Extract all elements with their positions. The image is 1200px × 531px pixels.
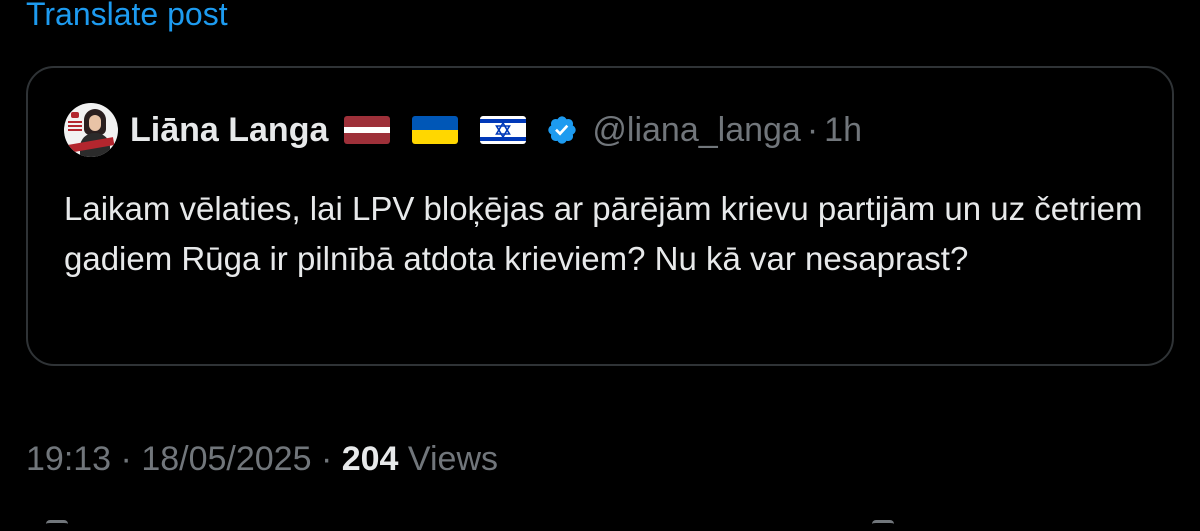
author-handle[interactable]: @liana_langa [592,111,800,150]
verified-badge-icon [548,116,577,144]
post-time[interactable]: 19:13 [26,440,111,478]
translate-post-link[interactable]: Translate post [26,0,228,34]
israel-flag-icon [480,116,527,144]
post-time-ago[interactable]: 1h [824,111,862,150]
meta-separator: · [320,440,333,478]
meta-separator: · [120,440,132,478]
latvia-flag-icon [344,116,391,144]
header-separator: · [806,110,819,149]
post-metadata: 19:13 · 18/05/2025 · 204 Views [26,436,498,482]
author-name[interactable]: Liāna Langa [130,111,328,150]
views-count[interactable]: 204 [342,440,399,478]
quoted-post-text: Laikam vēlaties, lai LPV bloķējas ar pār… [64,190,1143,277]
reply-icon[interactable] [46,520,68,531]
views-label: Views [407,440,499,478]
quoted-post-header: Liāna Langa @liana_langa · 1h [64,102,862,158]
ukraine-flag-icon [412,116,459,144]
bookmark-icon[interactable] [872,520,894,531]
quoted-post-card[interactable]: Liāna Langa @liana_langa · 1h Laikam vēl… [26,66,1174,366]
author-avatar[interactable] [64,103,118,157]
post-date[interactable]: 18/05/2025 [141,440,311,478]
action-bar-partial [26,520,1174,528]
